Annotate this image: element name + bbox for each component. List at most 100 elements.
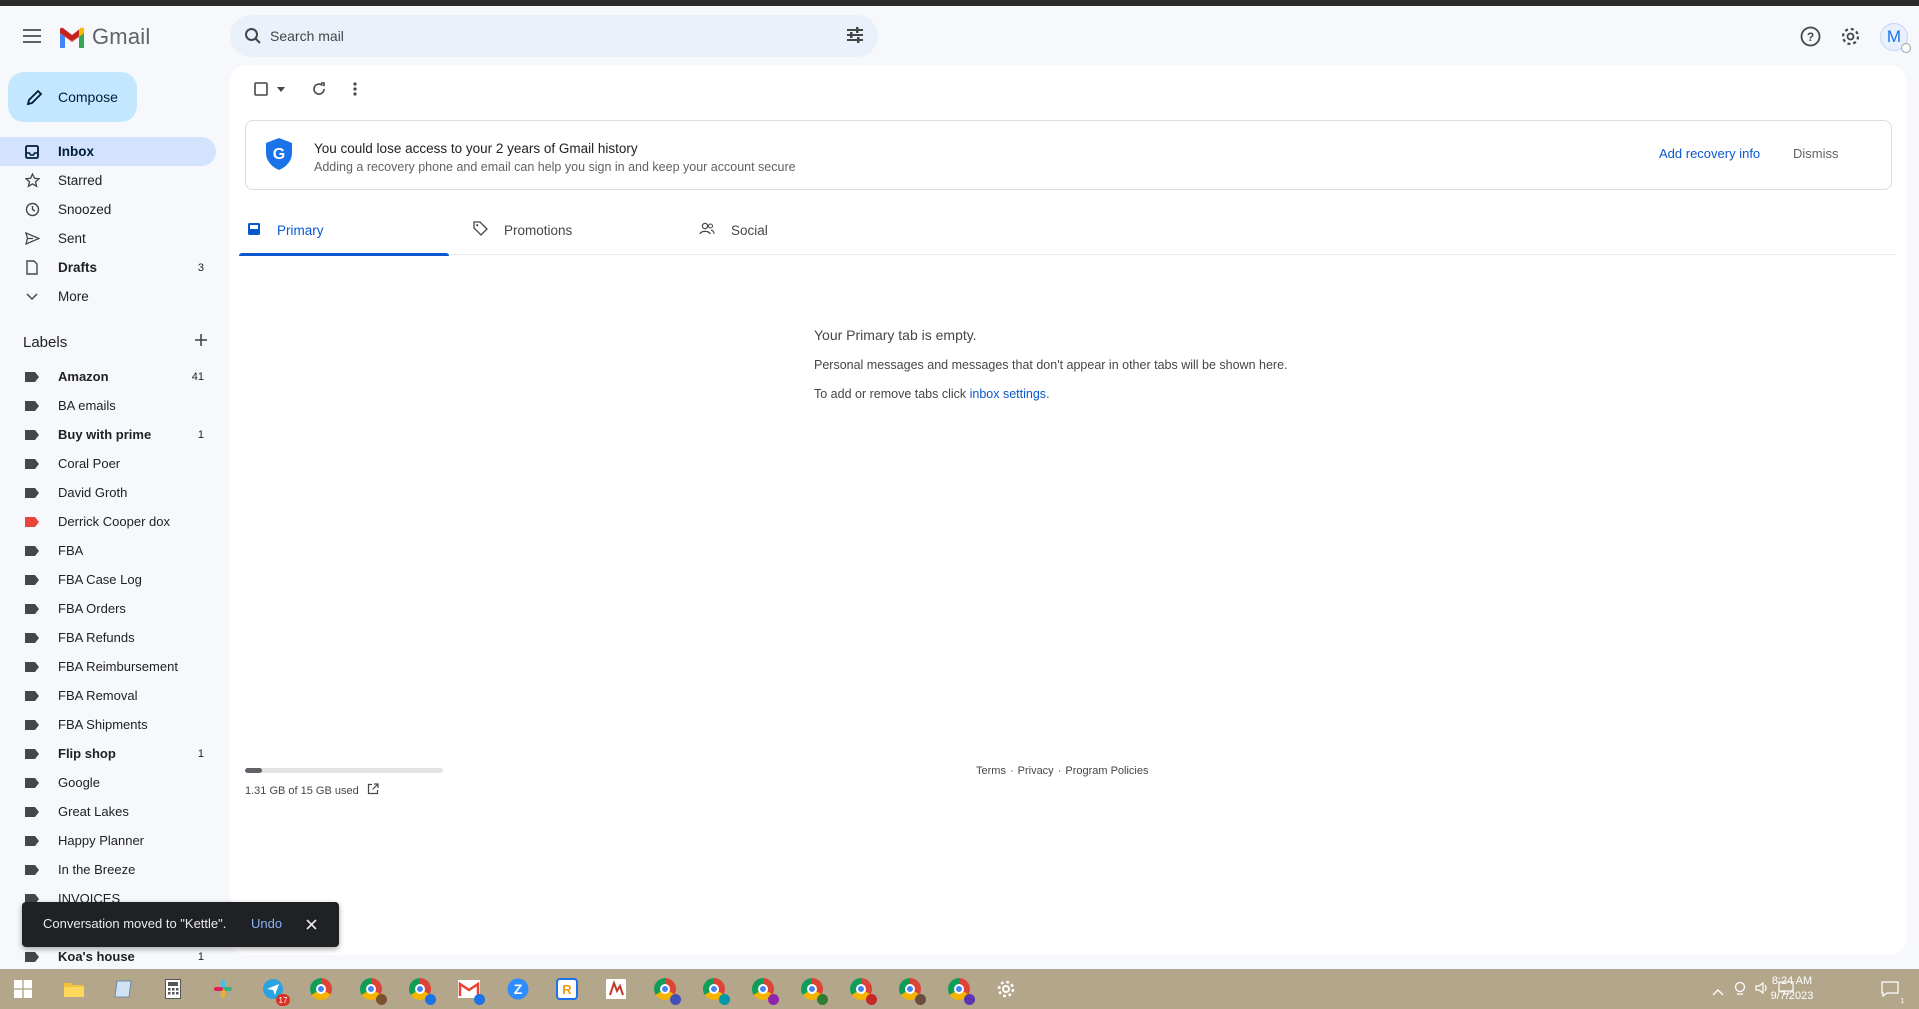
file-explorer-icon[interactable] (61, 976, 87, 1002)
gmail-logo[interactable]: Gmail (58, 24, 150, 50)
notification-center-icon[interactable]: 1 (1877, 976, 1908, 1007)
r-app-icon[interactable]: R (554, 976, 580, 1002)
chrome-profile-icon[interactable] (407, 976, 436, 1005)
search-input[interactable] (270, 15, 810, 57)
sidebar-label-david-groth[interactable]: David Groth (0, 478, 216, 507)
search-icon[interactable] (244, 27, 262, 50)
banner-subtitle: Adding a recovery phone and email can he… (314, 160, 796, 174)
pdf-app-icon[interactable] (603, 976, 629, 1002)
slack-icon[interactable] (210, 976, 236, 1002)
sidebar-label-fba-case-log[interactable]: FBA Case Log (0, 565, 216, 594)
sidebar-label-google[interactable]: Google (0, 768, 216, 797)
label-tag-icon (25, 864, 39, 875)
sidebar-item-sent[interactable]: Sent (0, 224, 216, 253)
label-tag-icon (25, 777, 39, 788)
label-tag-icon (25, 516, 39, 527)
sidebar-label-fba-orders[interactable]: FBA Orders (0, 594, 216, 623)
close-icon[interactable] (302, 915, 320, 933)
tab-promotions[interactable]: Promotions (473, 205, 683, 255)
sidebar-label-buy-with-prime[interactable]: Buy with prime 1 (0, 420, 216, 449)
sidebar-item-snoozed[interactable]: Snoozed (0, 195, 216, 224)
more-options-button[interactable] (342, 77, 368, 101)
chrome-icon[interactable] (308, 976, 334, 1002)
sidebar-label-great-lakes[interactable]: Great Lakes (0, 797, 216, 826)
tab-social[interactable]: Social (699, 205, 909, 255)
calculator-icon[interactable] (160, 976, 186, 1002)
dismiss-button[interactable]: Dismiss (1793, 146, 1839, 161)
sidebar-label-ba-emails[interactable]: BA emails (0, 391, 216, 420)
label-name: FBA (58, 543, 84, 558)
chrome-profile-icon[interactable] (652, 976, 681, 1005)
chrome-profile-icon[interactable] (799, 976, 828, 1005)
undo-button[interactable]: Undo (251, 916, 282, 931)
search-options-icon[interactable] (846, 27, 864, 48)
sidebar-item-label: More (58, 289, 89, 304)
refresh-button[interactable] (306, 77, 332, 101)
inbox-settings-link[interactable]: inbox settings (970, 387, 1046, 401)
sidebar-item-more[interactable]: More (0, 282, 216, 311)
sidebar-label-fba-refunds[interactable]: FBA Refunds (0, 623, 216, 652)
chrome-profile-icon[interactable] (946, 976, 975, 1005)
tab-label: Social (731, 222, 768, 238)
label-name: Buy with prime (58, 427, 152, 442)
refresh-icon (313, 82, 325, 95)
compose-button[interactable]: Compose (8, 72, 137, 122)
zoom-icon[interactable]: Z (505, 976, 531, 1002)
chevron-up-icon[interactable] (1712, 983, 1724, 1001)
help-icon[interactable]: ? (1798, 24, 1822, 48)
sidebar-label-amazon[interactable]: Amazon 41 (0, 362, 216, 391)
drafts-count: 3 (197, 261, 204, 274)
select-checkbox[interactable] (248, 77, 274, 101)
banner-title: You could lose access to your 2 years of… (314, 141, 638, 156)
sidebar-label-happy-planner[interactable]: Happy Planner (0, 826, 216, 855)
tab-label: Primary (277, 222, 324, 238)
select-dropdown[interactable] (274, 77, 288, 101)
sidebar-label-flip-shop[interactable]: Flip shop 1 (0, 739, 216, 768)
windows-start-icon[interactable] (10, 976, 36, 1002)
checkbox-icon (254, 82, 268, 96)
main-menu-button[interactable] (18, 22, 46, 50)
settings-gear-icon[interactable] (1838, 24, 1862, 48)
sidebar-item-starred[interactable]: Starred (0, 166, 216, 195)
webcam-icon[interactable] (1734, 981, 1746, 1000)
settings-app-icon[interactable] (993, 976, 1019, 1002)
chrome-profile-icon[interactable] (358, 976, 387, 1005)
sidebar-label-derrick-cooper-dox[interactable]: Derrick Cooper dox (0, 507, 216, 536)
chrome-profile-icon[interactable] (848, 976, 877, 1005)
notes-app-icon[interactable] (110, 976, 136, 1002)
mail-app-icon[interactable]: 17 (260, 976, 290, 1006)
chrome-profile-icon[interactable] (750, 976, 779, 1005)
label-name: Coral Poer (58, 456, 121, 471)
add-recovery-info-button[interactable]: Add recovery info (1659, 146, 1760, 161)
svg-text:R: R (562, 982, 572, 997)
sidebar-item-drafts[interactable]: Drafts 3 (0, 253, 216, 282)
search-bar[interactable] (230, 15, 878, 57)
tab-primary[interactable]: Primary (239, 205, 449, 256)
gmail-taskbar-icon[interactable] (456, 976, 485, 1005)
program-policies-link[interactable]: Program Policies (1065, 765, 1148, 777)
chrome-profile-icon[interactable] (897, 976, 926, 1005)
terms-link[interactable]: Terms (976, 765, 1006, 777)
hamburger-menu-icon (23, 29, 41, 43)
label-name: FBA Removal (58, 688, 138, 703)
sidebar-label-in-the-breeze[interactable]: In the Breeze (0, 855, 216, 884)
svg-text:?: ? (1806, 30, 1813, 44)
sidebar-label-fba-removal[interactable]: FBA Removal (0, 681, 216, 710)
storage-text: 1.31 GB of 15 GB used (245, 784, 359, 797)
taskbar-clock[interactable]: 8:24 AM 9/7/2023 (1762, 974, 1822, 1004)
label-name: Happy Planner (58, 833, 144, 848)
sidebar-item-inbox[interactable]: Inbox (0, 137, 216, 166)
sidebar-label-coral-poer[interactable]: Coral Poer (0, 449, 216, 478)
external-link-icon[interactable] (367, 783, 379, 798)
label-count: 41 (191, 370, 204, 383)
add-label-icon[interactable] (194, 333, 208, 351)
snackbar: Conversation moved to "Kettle". Undo (22, 902, 339, 947)
account-avatar[interactable]: M (1880, 23, 1911, 53)
sidebar-label-fba[interactable]: FBA (0, 536, 216, 565)
sidebar-label-fba-shipments[interactable]: FBA Shipments (0, 710, 216, 739)
label-tag-icon (25, 632, 39, 643)
privacy-link[interactable]: Privacy (1018, 765, 1054, 777)
chrome-profile-icon[interactable] (701, 976, 730, 1005)
sidebar-label-fba-reimbursement[interactable]: FBA Reimbursement (0, 652, 216, 681)
caret-down-icon (277, 86, 285, 92)
